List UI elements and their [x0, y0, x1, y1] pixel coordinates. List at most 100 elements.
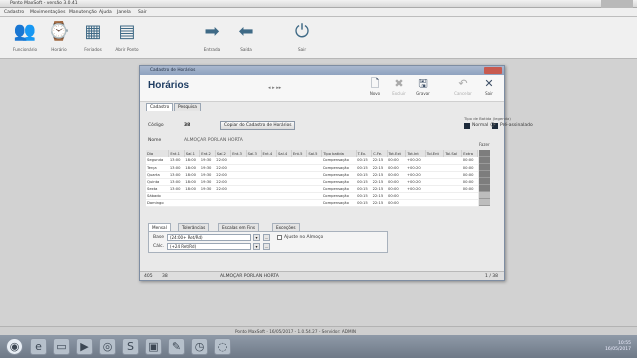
table-cell[interactable]: 22:15 — [371, 164, 388, 172]
tab-tolerancias[interactable]: Tolerâncias — [178, 223, 210, 231]
table-cell[interactable] — [184, 192, 200, 200]
table-cell[interactable]: 22:15 — [371, 157, 388, 165]
table-cell[interactable]: 19:30 — [199, 157, 216, 165]
table-cell[interactable] — [306, 192, 322, 200]
table-cell[interactable] — [246, 157, 262, 165]
grid-column-header[interactable]: Tot.Ext — [387, 150, 407, 157]
table-cell[interactable]: 00:00 — [387, 178, 406, 186]
toolbar-feriados-button[interactable]: ▦ Feriados — [76, 20, 110, 57]
refresh-icon[interactable]: ⟳ — [490, 121, 496, 129]
table-cell[interactable]: 22:00 — [215, 157, 231, 165]
table-cell[interactable] — [291, 164, 307, 172]
fazer-cell[interactable] — [479, 157, 490, 164]
grid-column-header[interactable]: Tol.Ent — [425, 150, 445, 157]
chevron-down-icon[interactable]: ▾ — [253, 243, 260, 250]
toolbar-funcionario-button[interactable]: 👥 Funcionário — [8, 20, 42, 57]
window-icon[interactable]: ◌ — [214, 338, 231, 355]
table-cell[interactable] — [230, 157, 247, 165]
grid-column-header[interactable]: Tol.Saí — [443, 150, 463, 157]
table-row[interactable]: Quinta 13:00 18:00 19:30 22:00 Compensação 00:… — [146, 178, 478, 186]
grid-column-header[interactable]: Ent.5 — [291, 150, 308, 157]
table-cell[interactable]: 13:00 — [168, 157, 185, 165]
base-select[interactable]: (24:00+ Ret/Rd) — [167, 234, 251, 241]
table-cell[interactable] — [443, 178, 462, 186]
toolbar-horario-button[interactable]: ⌚ Horário — [42, 20, 76, 57]
table-cell[interactable]: 22:00 — [215, 185, 231, 193]
table-cell[interactable]: 18:00 — [184, 171, 200, 179]
table-cell[interactable]: 22:15 — [371, 185, 388, 193]
fazer-cell[interactable] — [479, 199, 490, 206]
fazer-cell[interactable] — [479, 150, 490, 157]
table-cell[interactable]: 00:00 — [387, 171, 406, 179]
table-row[interactable]: Sexta 13:00 18:00 19:30 22:00 Compensação 00:1… — [146, 185, 478, 193]
grid-column-header[interactable]: T.Ex. — [356, 150, 373, 157]
table-cell[interactable]: 22:00 — [215, 164, 231, 172]
table-cell[interactable] — [261, 157, 277, 165]
table-cell[interactable] — [246, 171, 262, 179]
table-cell[interactable] — [230, 171, 247, 179]
system-tray[interactable]: 10:55 16/05/2017 — [605, 341, 631, 352]
explorer-icon[interactable]: ▭ — [53, 338, 70, 355]
menu-cadastro[interactable]: Cadastro — [4, 10, 24, 15]
table-cell[interactable] — [443, 171, 462, 179]
toolbar-sair-button[interactable]: ⏻ Sair — [285, 20, 319, 57]
table-cell[interactable] — [291, 199, 307, 207]
table-cell[interactable] — [443, 192, 462, 200]
table-cell[interactable]: 19:30 — [199, 178, 216, 186]
table-cell[interactable] — [306, 199, 322, 207]
table-cell[interactable] — [261, 171, 277, 179]
name-field[interactable]: ALMOÇAR PORLAN HORTA — [184, 138, 243, 143]
table-cell[interactable] — [276, 192, 292, 200]
table-cell[interactable]: +00:20 — [405, 157, 426, 165]
tab-escalas[interactable]: Escalas em Fins — [218, 223, 260, 231]
grid-column-header[interactable]: Saí.4 — [276, 150, 292, 157]
table-cell[interactable] — [443, 185, 462, 193]
table-cell[interactable]: Compensação — [321, 171, 357, 179]
grid-column-header[interactable]: Tot.Int — [405, 150, 426, 157]
table-cell[interactable]: Sábado — [146, 192, 169, 200]
chrome-icon[interactable]: ◎ — [99, 338, 116, 355]
tab-mensal[interactable]: Mensal — [148, 223, 171, 231]
table-cell[interactable] — [306, 178, 322, 186]
ponto-app-icon[interactable]: ◷ — [191, 338, 208, 355]
table-cell[interactable] — [425, 164, 444, 172]
menu-janela[interactable]: Janela — [117, 10, 131, 15]
grid-column-header[interactable]: C.Fe. — [371, 150, 388, 157]
chevron-down-icon[interactable]: ▾ — [253, 234, 260, 241]
table-cell[interactable]: 18:00 — [184, 164, 200, 172]
table-cell[interactable]: 18:00 — [184, 178, 200, 186]
window-controls[interactable] — [601, 0, 633, 8]
table-cell[interactable] — [246, 164, 262, 172]
table-cell[interactable] — [276, 178, 292, 186]
table-cell[interactable] — [261, 199, 277, 207]
ajuste-checkbox[interactable] — [277, 235, 282, 240]
grid-column-header[interactable]: Ent.1 — [168, 150, 185, 157]
table-cell[interactable]: 00:00 — [387, 164, 406, 172]
grid-column-header[interactable]: Ent.3 — [230, 150, 247, 157]
table-cell[interactable] — [276, 164, 292, 172]
table-cell[interactable] — [425, 157, 444, 165]
table-cell[interactable] — [215, 199, 231, 207]
table-cell[interactable]: 00:15 — [356, 192, 372, 200]
table-cell[interactable] — [246, 185, 262, 193]
table-cell[interactable]: 00:00 — [387, 185, 406, 193]
code-field[interactable]: 38 — [184, 123, 190, 128]
table-cell[interactable]: 19:30 — [199, 185, 216, 193]
table-cell[interactable] — [405, 199, 426, 207]
dialog-close-icon[interactable] — [484, 67, 502, 74]
table-cell[interactable] — [261, 164, 277, 172]
table-cell[interactable] — [306, 157, 322, 165]
table-cell[interactable] — [306, 185, 322, 193]
table-cell[interactable]: 13:00 — [168, 171, 185, 179]
tab-pesquisa[interactable]: Pesquisa — [174, 103, 201, 111]
table-cell[interactable]: Quarta — [146, 171, 169, 179]
table-cell[interactable] — [215, 192, 231, 200]
base-lookup-button[interactable]: … — [263, 234, 270, 241]
fazer-cell[interactable] — [479, 192, 490, 199]
table-cell[interactable]: Compensação — [321, 185, 357, 193]
table-cell[interactable] — [461, 192, 478, 200]
grid-column-header[interactable]: Dia — [146, 150, 170, 157]
menu-sair[interactable]: Sair — [138, 10, 147, 15]
menu-ajuda[interactable]: Ajuda — [99, 10, 112, 15]
table-cell[interactable]: 00:15 — [356, 157, 372, 165]
